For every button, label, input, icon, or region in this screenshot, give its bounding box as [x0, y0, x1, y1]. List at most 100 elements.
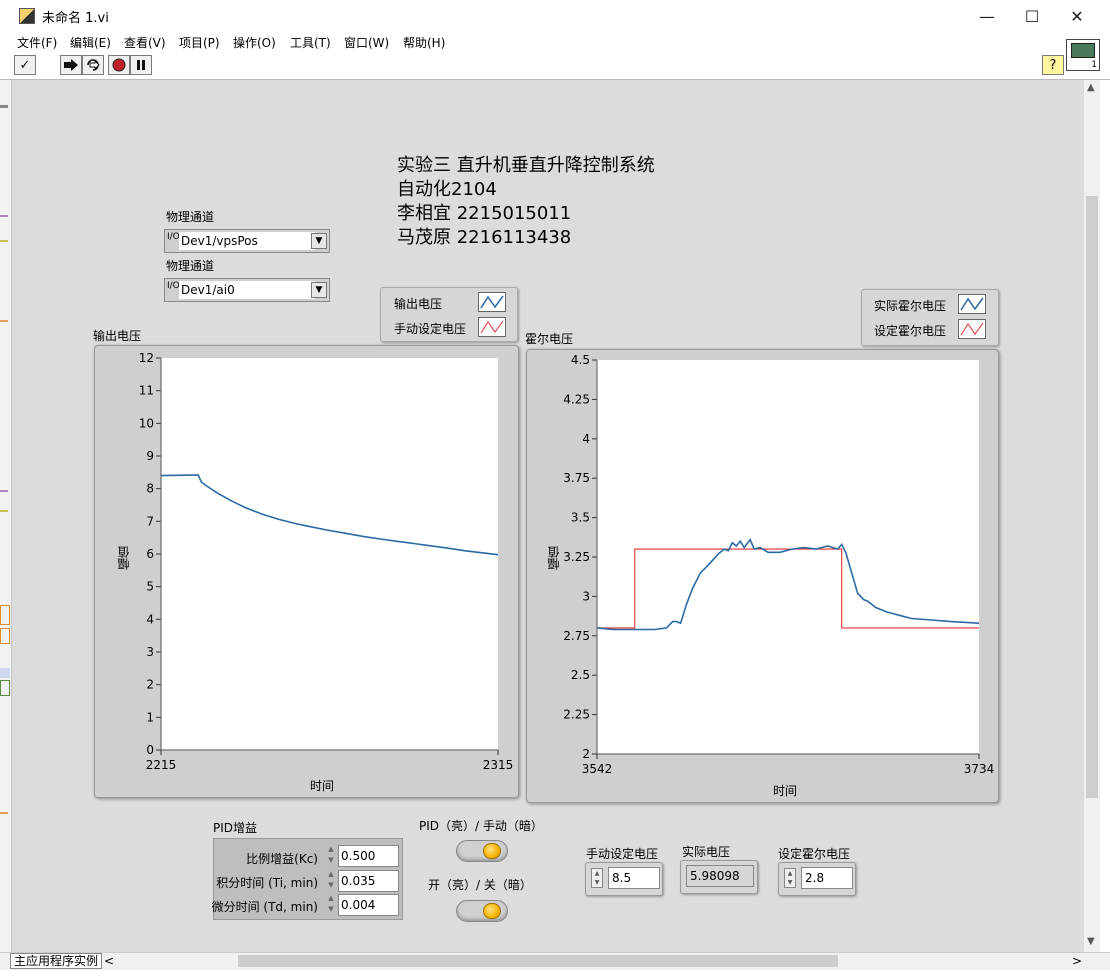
td-input[interactable]: 0.004	[338, 894, 399, 916]
io-icon: I/O	[167, 232, 180, 242]
channel-2-selector[interactable]: I/O Dev1/ai0 ▼	[164, 278, 330, 302]
spinner-icon[interactable]: ▲ ▼	[784, 868, 796, 888]
right-graph-legend[interactable]: 实际霍尔电压 设定霍尔电压	[861, 289, 999, 346]
ti-label: 积分时间 (Ti, min)	[216, 876, 318, 890]
legend-blue-line-icon[interactable]	[958, 294, 986, 314]
vi-icon[interactable]: 1	[1066, 39, 1100, 71]
vertical-scroll-thumb[interactable]	[1086, 196, 1098, 798]
legend-hall-setpoint: 设定霍尔电压	[874, 324, 947, 338]
close-button[interactable]: ✕	[1054, 0, 1100, 32]
y-tick-label: 9	[146, 449, 154, 463]
manual-voltage-label: 手动设定电压	[586, 847, 659, 861]
run-arrow-icon[interactable]	[60, 55, 82, 75]
minimize-button[interactable]: —	[964, 0, 1010, 32]
legend-manual-voltage: 手动设定电压	[394, 322, 467, 336]
student-2: 马茂原 2216113438	[397, 227, 572, 248]
spinner-icon[interactable]: ▲ ▼	[591, 868, 603, 888]
output-voltage-graph[interactable]: 12 11 10 9 8 7 6 5 4 3 2 1 0 2215 2315 时间 幅值	[94, 345, 519, 798]
help-icon[interactable]: ?	[1042, 55, 1064, 75]
y-tick-label: 2	[582, 747, 590, 761]
hall-voltage-graph[interactable]: 4.5 4.25 4 3.75 3.5 3.25 3 2.75 2.5 2.25 2 3542 3734…	[526, 349, 999, 803]
hall-voltage-plot: 4.5 4.25 4 3.75 3.5 3.25 3 2.75 2.5 2.25 23542 3734	[563, 353, 995, 776]
kc-input[interactable]: 0.500	[338, 845, 399, 867]
y-tick-label: 11	[139, 384, 154, 398]
menu-operate[interactable]: 操作(O)	[233, 34, 276, 51]
y-tick-label: 3	[582, 589, 590, 603]
y-axis-title: 幅值	[117, 546, 131, 570]
ti-input[interactable]: 0.035	[338, 870, 399, 892]
pause-icon[interactable]	[130, 55, 152, 75]
menu-file[interactable]: 文件(F)	[17, 34, 57, 51]
kc-label: 比例增益(Kc)	[246, 852, 318, 866]
channel-1-selector[interactable]: I/O Dev1/vpsPos ▼	[164, 229, 330, 253]
y-tick-label: 4.25	[563, 392, 590, 406]
y-tick-label: 4.5	[571, 353, 590, 367]
y-tick-label: 7	[146, 514, 154, 528]
x-tick-label: 2315	[483, 758, 514, 772]
channel-1-value[interactable]: Dev1/vpsPos	[179, 232, 315, 250]
scroll-left-icon[interactable]: <	[104, 954, 114, 968]
y-tick-label: 2.5	[571, 668, 590, 682]
legend-blue-line-icon[interactable]	[478, 292, 506, 312]
led-lamp-icon	[483, 903, 501, 919]
manual-voltage-input[interactable]: 8.5	[608, 867, 660, 889]
y-tick-label: 8	[146, 482, 154, 496]
pid-cluster-title: PID增益	[213, 821, 258, 835]
labview-app-icon	[19, 8, 35, 24]
x-axis-title: 时间	[773, 784, 798, 798]
menu-edit[interactable]: 编辑(E)	[70, 34, 111, 51]
horizontal-scroll-thumb[interactable]	[238, 955, 838, 967]
series-line-setpoint	[597, 548, 979, 629]
y-tick-label: 2.25	[563, 708, 590, 722]
scroll-up-icon[interactable]: ▲	[1087, 82, 1095, 93]
y-tick-label: 3.5	[571, 511, 590, 525]
legend-red-line-icon[interactable]	[958, 319, 986, 339]
menu-view[interactable]: 查看(V)	[124, 34, 166, 51]
channel-2-value[interactable]: Dev1/ai0	[179, 281, 315, 299]
continuous-run-icon[interactable]	[82, 55, 104, 75]
menu-window[interactable]: 窗口(W)	[344, 34, 389, 51]
kc-spinner[interactable]: ▲ ▼	[326, 844, 336, 866]
student-1: 李相宜 2215015011	[397, 203, 572, 224]
y-tick-label: 3.25	[563, 550, 590, 564]
abort-icon[interactable]	[108, 55, 130, 75]
series-line-actual	[596, 538, 980, 631]
legend-red-line-icon[interactable]	[478, 317, 506, 337]
scroll-right-icon[interactable]: >	[1072, 954, 1082, 968]
channel-2-label: 物理通道	[166, 259, 215, 273]
y-tick-label: 1	[146, 710, 154, 724]
scroll-down-icon[interactable]: ▼	[1087, 936, 1095, 947]
right-graph-title: 霍尔电压	[525, 332, 574, 346]
menu-help[interactable]: 帮助(H)	[403, 34, 445, 51]
on-off-switch[interactable]	[456, 900, 508, 922]
series-line-actual	[160, 474, 499, 556]
on-off-switch-label: 开（亮）/ 关（暗）	[428, 878, 532, 892]
left-graph-legend[interactable]: 输出电压 手动设定电压	[380, 287, 518, 342]
check-icon[interactable]: ✓	[14, 55, 36, 75]
class-name: 自动化2104	[397, 179, 497, 200]
td-spinner[interactable]: ▲ ▼	[326, 893, 336, 915]
y-tick-label: 12	[139, 351, 154, 365]
menu-project[interactable]: 项目(P)	[179, 34, 220, 51]
y-tick-label: 6	[146, 547, 154, 561]
left-graph-title: 输出电压	[93, 329, 142, 343]
y-tick-label: 10	[139, 416, 154, 430]
experiment-title: 实验三 直升机垂直升降控制系统	[397, 155, 655, 176]
y-tick-label: 3	[146, 645, 154, 659]
ti-spinner[interactable]: ▲ ▼	[326, 869, 336, 891]
maximize-button[interactable]: ☐	[1009, 0, 1055, 32]
x-tick-label: 2215	[146, 758, 177, 772]
dropdown-arrow-icon[interactable]: ▼	[311, 282, 327, 298]
channel-1-label: 物理通道	[166, 210, 215, 224]
pid-manual-switch-label: PID（亮）/ 手动（暗）	[419, 819, 543, 833]
x-tick-label: 3734	[964, 762, 995, 776]
actual-voltage-value: 5.98098	[686, 865, 754, 887]
manual-voltage-control: ▲ ▼ 8.5	[585, 862, 663, 896]
menu-tools[interactable]: 工具(T)	[290, 34, 331, 51]
td-label: 微分时间 (Td, min)	[211, 900, 318, 914]
legend-actual-hall: 实际霍尔电压	[874, 299, 947, 313]
pid-manual-switch[interactable]	[456, 840, 508, 862]
y-axis-title: 幅值	[547, 546, 561, 570]
dropdown-arrow-icon[interactable]: ▼	[311, 233, 327, 249]
hall-setpoint-input[interactable]: 2.8	[801, 867, 853, 889]
